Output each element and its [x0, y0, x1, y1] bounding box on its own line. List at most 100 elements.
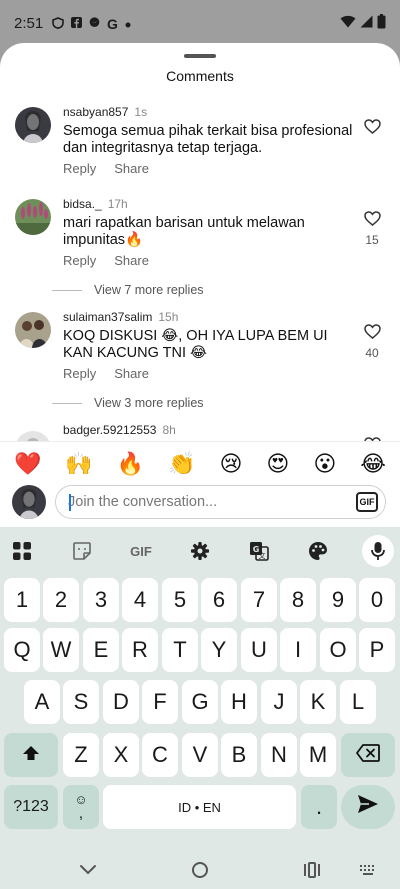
wifi-icon — [340, 15, 356, 33]
avatar[interactable] — [15, 312, 51, 348]
like-button[interactable] — [362, 119, 382, 139]
key-o[interactable]: O — [320, 628, 356, 672]
reply-button[interactable]: Reply — [63, 161, 96, 176]
emoji-comma-key[interactable]: ☺ , — [63, 785, 99, 829]
emoji-surprised[interactable]: 😮 — [313, 450, 336, 478]
emoji-heart-eyes[interactable]: 😍 — [266, 450, 289, 478]
emoji-crying[interactable]: 😢 — [220, 450, 243, 478]
comment-username[interactable]: nsabyan857 1s — [63, 105, 147, 119]
key-f[interactable]: F — [142, 680, 178, 724]
emoji-heart[interactable]: ❤️ — [14, 450, 41, 478]
comment-item: bidsa._ 17h mari rapatkan barisan untuk m… — [0, 195, 400, 300]
sheet-drag-handle[interactable] — [184, 54, 216, 58]
nav-home-icon[interactable] — [186, 856, 214, 884]
translate-icon[interactable]: G文 — [243, 535, 275, 567]
share-button[interactable]: Share — [114, 366, 149, 381]
comment-input[interactable] — [68, 486, 338, 518]
key-y[interactable]: Y — [201, 628, 237, 672]
comment-username[interactable]: badger.59212553 8h — [63, 423, 176, 437]
key-4[interactable]: 4 — [122, 578, 158, 622]
gif-keyboard-button[interactable]: GIF — [122, 535, 160, 567]
view-replies-button[interactable]: View 3 more replies — [52, 396, 204, 410]
key-g[interactable]: G — [182, 680, 218, 724]
apps-grid-icon[interactable] — [6, 535, 38, 567]
shift-key[interactable] — [4, 733, 58, 777]
keyboard-switcher-icon[interactable] — [354, 856, 382, 884]
key-m[interactable]: M — [300, 733, 336, 777]
heart-outline-icon[interactable] — [363, 119, 381, 138]
avatar[interactable] — [15, 199, 51, 235]
emoji-fire[interactable]: 🔥 — [117, 450, 144, 478]
like-count: 15 — [365, 233, 379, 247]
key-k[interactable]: K — [300, 680, 336, 724]
space-bar[interactable]: ID • EN — [103, 785, 296, 829]
share-button[interactable]: Share — [114, 161, 149, 176]
settings-gear-icon[interactable] — [184, 535, 216, 567]
key-a[interactable]: A — [24, 680, 60, 724]
key-c[interactable]: C — [142, 733, 178, 777]
key-1[interactable]: 1 — [4, 578, 40, 622]
key-7[interactable]: 7 — [241, 578, 277, 622]
key-b[interactable]: B — [221, 733, 257, 777]
key-e[interactable]: E — [83, 628, 119, 672]
emoji-clap[interactable]: 👏 — [168, 450, 195, 478]
key-2[interactable]: 2 — [43, 578, 79, 622]
key-j[interactable]: J — [261, 680, 297, 724]
key-i[interactable]: I — [280, 628, 316, 672]
key-p[interactable]: P — [359, 628, 395, 672]
divider — [52, 402, 82, 404]
avatar[interactable] — [15, 107, 51, 143]
share-button[interactable]: Share — [114, 253, 149, 268]
reply-button[interactable]: Reply — [63, 253, 96, 268]
status-bar: 2:51 G — [0, 0, 400, 44]
mic-icon[interactable] — [362, 535, 394, 567]
divider — [52, 289, 82, 291]
send-key[interactable] — [341, 785, 395, 829]
notification-dot-icon — [125, 17, 131, 31]
comment-item: sulaiman37salim 15h KOQ DISKUSI 😂, OH IYA… — [0, 308, 400, 413]
nav-recents-icon[interactable] — [298, 856, 326, 884]
key-n[interactable]: N — [261, 733, 297, 777]
period-key[interactable]: . — [301, 785, 337, 829]
emoji-laughing[interactable]: 😂 — [360, 450, 386, 478]
backspace-icon — [356, 742, 380, 768]
sticker-icon[interactable] — [66, 535, 98, 567]
key-q[interactable]: Q — [4, 628, 40, 672]
reply-button[interactable]: Reply — [63, 366, 96, 381]
comma-label: , — [78, 805, 84, 822]
comment-username[interactable]: sulaiman37salim 15h — [63, 310, 178, 324]
key-l[interactable]: L — [340, 680, 376, 724]
key-8[interactable]: 8 — [280, 578, 316, 622]
view-replies-button[interactable]: View 7 more replies — [52, 283, 204, 297]
key-u[interactable]: U — [241, 628, 277, 672]
key-s[interactable]: S — [63, 680, 99, 724]
key-h[interactable]: H — [221, 680, 257, 724]
gif-button[interactable]: GIF — [356, 492, 378, 512]
comment-time: 8h — [162, 423, 176, 437]
heart-outline-icon[interactable] — [363, 211, 381, 230]
key-v[interactable]: V — [182, 733, 218, 777]
key-6[interactable]: 6 — [201, 578, 237, 622]
key-0[interactable]: 0 — [359, 578, 395, 622]
key-3[interactable]: 3 — [83, 578, 119, 622]
key-r[interactable]: R — [122, 628, 158, 672]
nav-back-chevron-icon[interactable] — [74, 856, 102, 884]
key-t[interactable]: T — [162, 628, 198, 672]
heart-outline-icon[interactable] — [363, 324, 381, 343]
palette-icon[interactable] — [302, 535, 334, 567]
key-d[interactable]: D — [103, 680, 139, 724]
user-avatar[interactable] — [12, 485, 46, 519]
like-button[interactable]: 15 — [362, 211, 382, 247]
like-button[interactable]: 40 — [362, 324, 382, 360]
key-z[interactable]: Z — [63, 733, 99, 777]
key-9[interactable]: 9 — [320, 578, 356, 622]
comment-username[interactable]: bidsa._ 17h — [63, 197, 128, 211]
symbols-key[interactable]: ?123 — [4, 785, 58, 829]
key-w[interactable]: W — [43, 628, 79, 672]
key-5[interactable]: 5 — [162, 578, 198, 622]
backspace-key[interactable] — [341, 733, 395, 777]
emoji-raised-hands[interactable]: 🙌 — [65, 450, 92, 478]
comment-composer: ❤️ 🙌 🔥 👏 😢 😍 😮 😂 GIF — [0, 441, 400, 527]
avatar[interactable] — [15, 431, 51, 441]
key-x[interactable]: X — [103, 733, 139, 777]
